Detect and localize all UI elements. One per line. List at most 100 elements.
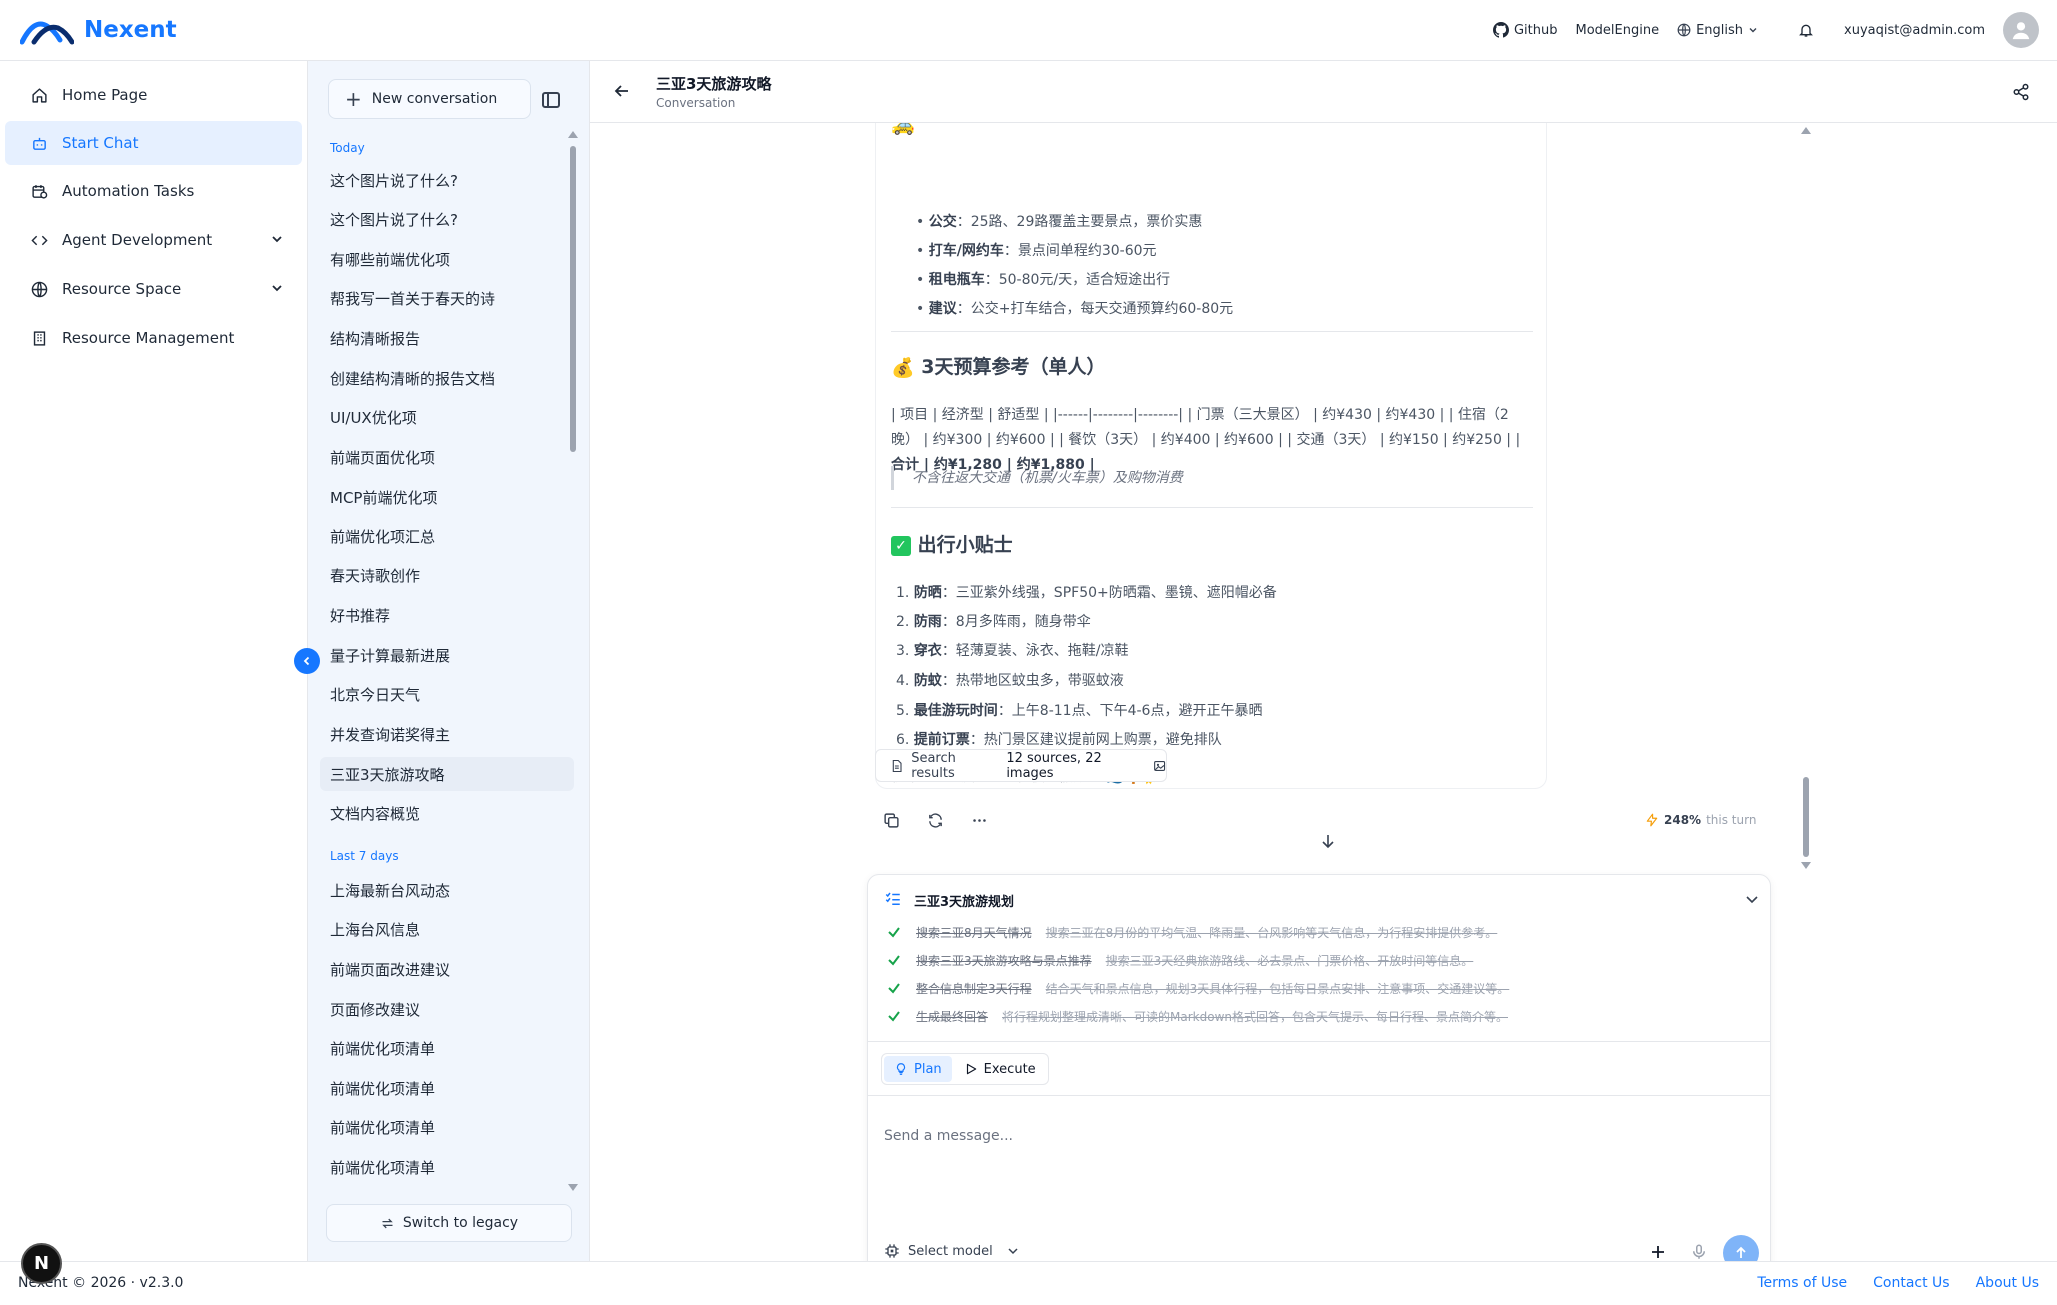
new-conversation-button[interactable]: + New conversation <box>328 79 531 119</box>
user-menu[interactable]: xuyaqist@admin.com <box>1844 23 1985 38</box>
modelengine-label: ModelEngine <box>1575 22 1660 38</box>
n-badge-icon[interactable]: N <box>21 1243 62 1284</box>
collapse-sidebar-button[interactable] <box>294 648 320 674</box>
conversation-item[interactable]: 并发查询诺奖得主 <box>320 717 574 751</box>
conversation-item[interactable]: 前端优化项清单 <box>320 1150 574 1184</box>
sidebar-toggle-icon[interactable] <box>540 89 562 111</box>
item-value: ：景点间单程约30-60元 <box>1003 243 1157 259</box>
plan-mode-button[interactable]: Plan <box>884 1056 952 1082</box>
check-icon <box>888 955 900 966</box>
github-label: Github <box>1513 22 1558 38</box>
conversation-item[interactable]: 页面修改建议 <box>320 992 574 1026</box>
terms-of-use-link[interactable]: Terms of Use <box>1757 1275 1847 1291</box>
conversation-item[interactable]: 前端优化项清单 <box>320 1110 574 1144</box>
list-item: • 建议：公交+打车结合，每天交通预算约60-80元 <box>916 301 1234 317</box>
nav-item-label: Resource Space <box>62 280 182 298</box>
language-select[interactable]: English <box>1677 23 1758 38</box>
tip-key: 防蚊 <box>913 673 942 689</box>
sidebar-scrollbar[interactable] <box>570 146 576 452</box>
user-email: xuyaqist@admin.com <box>1844 22 1985 38</box>
nav-item-agent-development[interactable]: Agent Development <box>5 218 302 262</box>
conversation-item[interactable]: 这个图片说了什么? <box>320 202 574 236</box>
swap-icon <box>382 1218 393 1228</box>
conversation-item[interactable]: UI/UX优化项 <box>320 400 574 434</box>
conversation-item[interactable]: 量子计算最新进展 <box>320 638 574 672</box>
microphone-icon[interactable] <box>1690 1242 1708 1262</box>
conversation-item[interactable]: 前端优化项清单 <box>320 1031 574 1065</box>
notifications-button[interactable] <box>1798 22 1814 38</box>
nav-item-resource-space[interactable]: Resource Space <box>5 267 302 311</box>
footer-links: Terms of Use Contact Us About Us <box>1757 1275 2039 1291</box>
add-attachment-icon[interactable] <box>1649 1243 1667 1261</box>
document-icon <box>892 759 902 772</box>
nav-item-home[interactable]: Home Page <box>5 73 302 117</box>
budget-note: 不含往返大交通（机票/火车票）及购物消费 <box>891 466 1183 490</box>
group-label-today: Today <box>330 141 365 155</box>
more-horizontal-icon <box>972 818 986 822</box>
check-icon <box>888 983 900 994</box>
app-logo[interactable]: Nexent <box>20 14 177 46</box>
scroll-up-arrow[interactable] <box>568 131 578 138</box>
user-icon <box>2012 22 2030 40</box>
main-scrollbar[interactable] <box>1803 777 1809 857</box>
copy-button[interactable] <box>880 809 902 831</box>
github-icon <box>1492 22 1509 38</box>
tip-value: ：热带地区蚊虫多，带驱蚊液 <box>941 673 1124 689</box>
more-options-button[interactable] <box>968 809 990 831</box>
execute-mode-button[interactable]: Execute <box>954 1056 1046 1082</box>
building-icon <box>30 329 48 347</box>
modelengine-link[interactable]: ModelEngine <box>1575 23 1659 38</box>
conversation-item[interactable]: 帮我写一首关于春天的诗 <box>320 281 574 315</box>
conversation-item[interactable]: 前端页面改进建议 <box>320 952 574 986</box>
conversation-item[interactable]: 上海台风信息 <box>320 912 574 946</box>
conversation-item[interactable]: 创建结构清晰的报告文档 <box>320 361 574 395</box>
item-value: ：50-80元/天，适合短途出行 <box>984 272 1171 288</box>
plan-step-desc: 将行程规划整理成清晰、可读的Markdown格式回答，包含天气提示、每日行程、景… <box>1002 1009 1508 1024</box>
github-link[interactable]: Github <box>1492 22 1558 38</box>
switch-to-legacy-button[interactable]: Switch to legacy <box>326 1204 572 1242</box>
about-us-link[interactable]: About Us <box>1976 1275 2039 1291</box>
code-icon <box>30 231 48 249</box>
conversation-item[interactable]: 有哪些前端优化项 <box>320 242 574 276</box>
contact-us-link[interactable]: Contact Us <box>1873 1275 1949 1291</box>
nav-item-resource-management[interactable]: Resource Management <box>5 316 302 360</box>
main-scroll-up-arrow[interactable] <box>1801 127 1811 134</box>
conversation-item[interactable]: 结构清晰报告 <box>320 321 574 355</box>
cpu-icon <box>885 1244 899 1258</box>
tip-value: ：8月多阵雨，随身带伞 <box>941 614 1091 630</box>
nav-item-start-chat[interactable]: Start Chat <box>5 121 302 165</box>
globe-icon <box>1677 23 1691 37</box>
conversation-item[interactable]: 上海最新台风动态 <box>320 873 574 907</box>
item-key: 公交 <box>928 214 957 230</box>
conversation-item[interactable]: MCP前端优化项 <box>320 480 574 514</box>
conversation-item[interactable]: 前端优化项清单 <box>320 1071 574 1105</box>
conversation-item[interactable]: 前端页面优化项 <box>320 440 574 474</box>
share-icon[interactable] <box>2012 83 2030 101</box>
scroll-down-arrow[interactable] <box>568 1184 578 1191</box>
regenerate-button[interactable] <box>924 809 946 831</box>
chevron-down-icon[interactable] <box>270 232 284 246</box>
conversation-item[interactable]: 文档内容概览 <box>320 796 574 830</box>
chat-main: 三亚3天旅游攻略 Conversation 🚕 • 公交：25路、29路覆盖主要… <box>590 61 2057 1287</box>
conversation-item[interactable]: 好书推荐 <box>320 598 574 632</box>
arrow-down-icon[interactable] <box>1320 833 1336 849</box>
conversation-item[interactable]: 前端优化项汇总 <box>320 519 574 553</box>
conversation-item-active[interactable]: 三亚3天旅游攻略 <box>320 757 574 791</box>
nav-item-automation-tasks[interactable]: Automation Tasks <box>5 169 302 213</box>
tip-key: 提前订票 <box>913 732 970 748</box>
back-arrow-icon[interactable] <box>614 83 630 99</box>
item-key: 打车/网约车 <box>928 243 1004 259</box>
chevron-down-icon[interactable] <box>1744 891 1760 907</box>
model-select[interactable]: Select model <box>884 1243 1019 1259</box>
main-scroll-down-arrow[interactable] <box>1801 862 1811 869</box>
conversation-item[interactable]: 这个图片说了什么? <box>320 163 574 197</box>
new-conversation-label: New conversation <box>371 91 498 107</box>
conversation-item[interactable]: 北京今日天气 <box>320 677 574 711</box>
lightbulb-icon <box>896 1063 906 1075</box>
chevron-down-icon[interactable] <box>270 281 284 295</box>
search-results-button[interactable]: Search results 12 sources, 22 images <box>875 749 1167 782</box>
conversation-item[interactable]: 春天诗歌创作 <box>320 558 574 592</box>
avatar[interactable] <box>2003 12 2039 48</box>
chat-input-panel: 三亚3天旅游规划 搜索三亚8月天气情况 搜索三亚在8月份的平均气温、降雨量、台风… <box>867 874 1771 1287</box>
message-input[interactable] <box>884 1121 1744 1151</box>
